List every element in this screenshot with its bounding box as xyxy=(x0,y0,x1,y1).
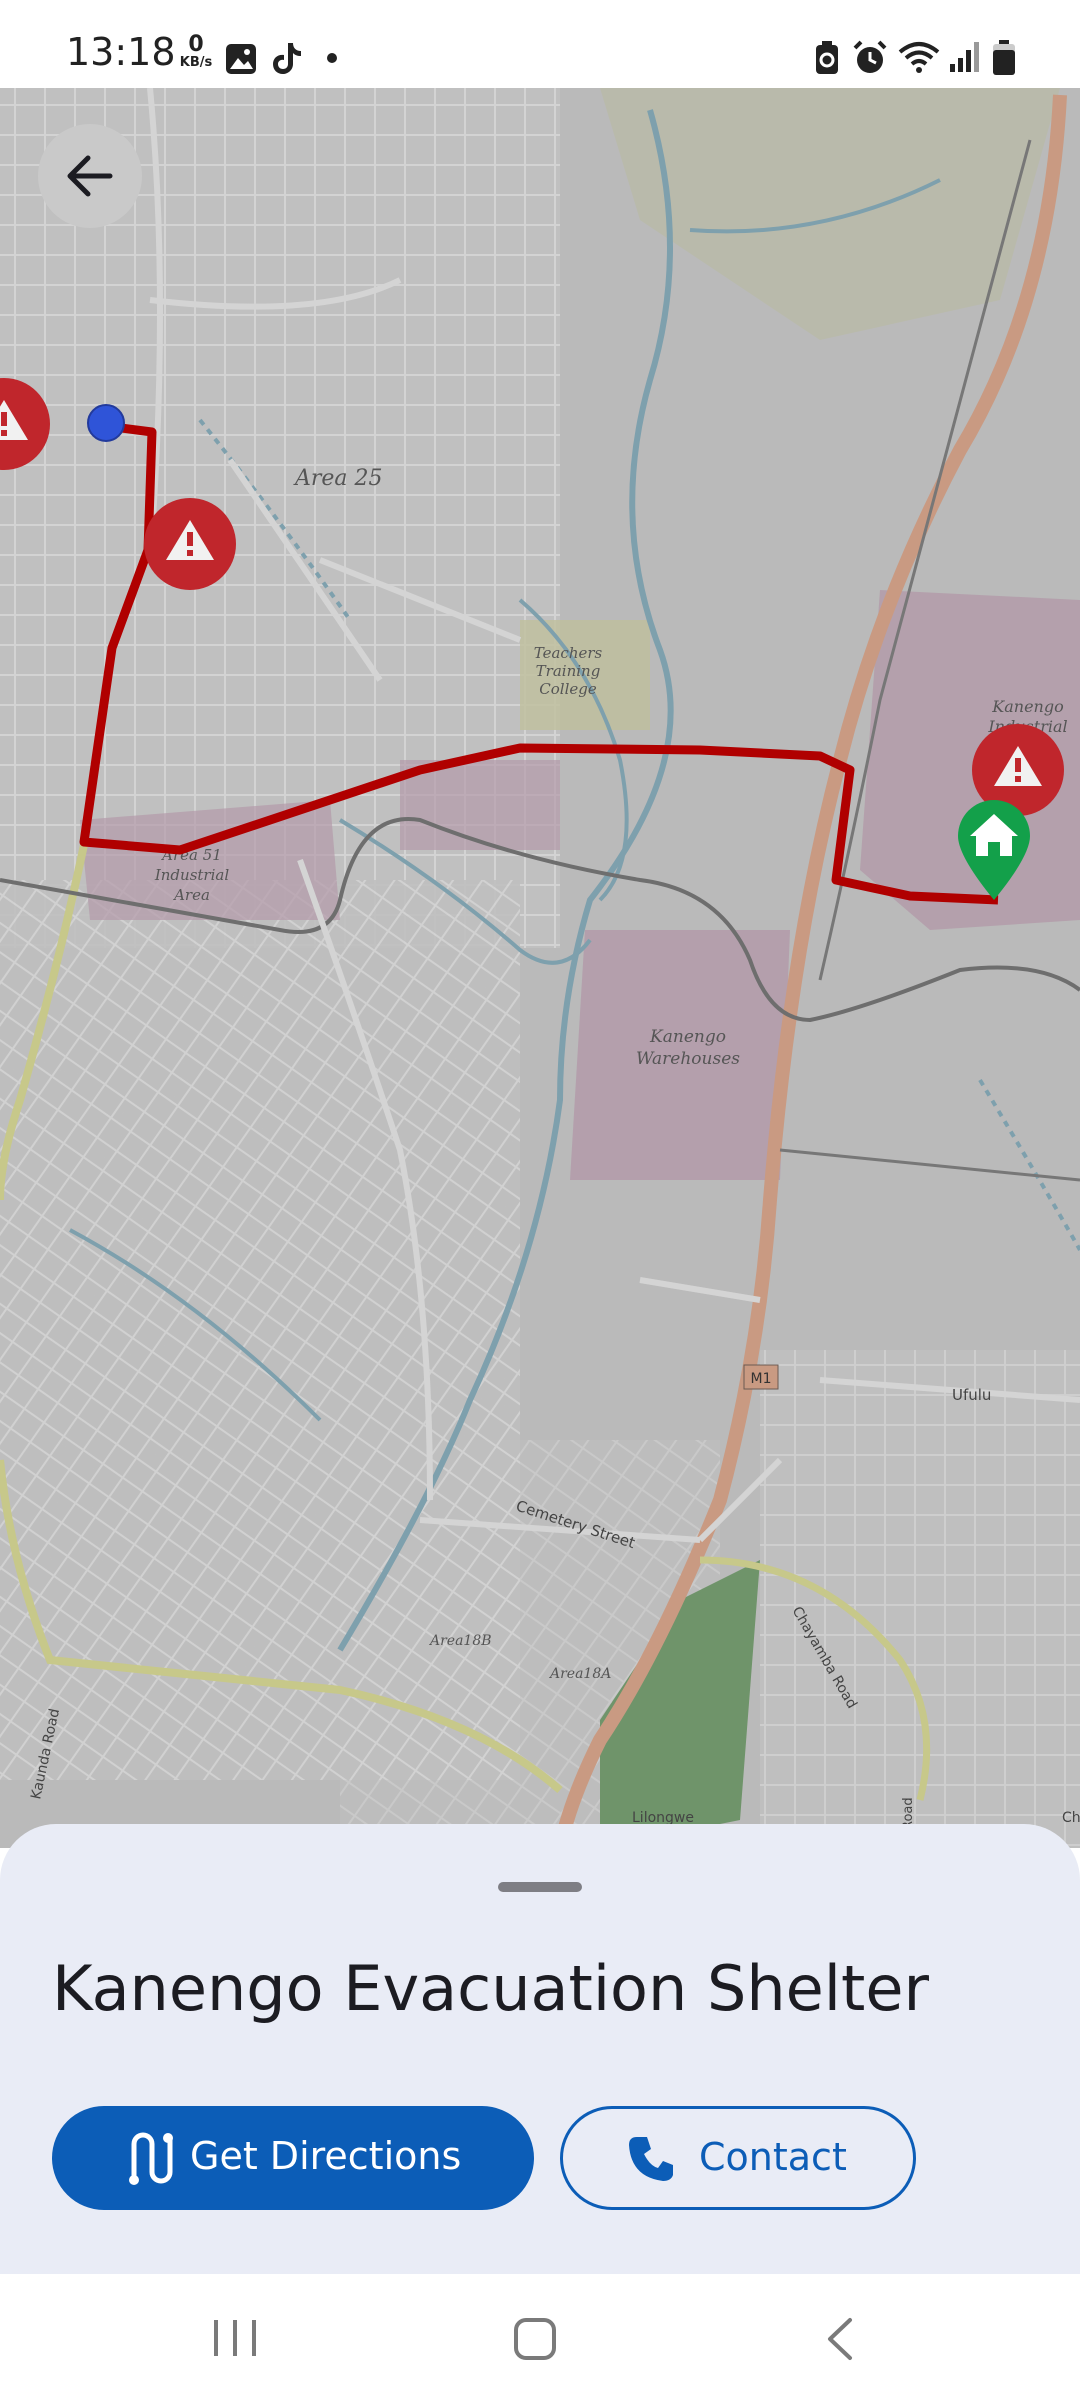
map-label-m1: M1 xyxy=(751,1371,772,1387)
map-label-area18a: Area18A xyxy=(548,1666,611,1682)
route-icon xyxy=(129,2132,173,2185)
map-label-warehouses-1: Kanengo xyxy=(649,1027,726,1047)
shelter-title: Kanengo Evacuation Shelter xyxy=(52,1952,929,2025)
map-canvas[interactable]: Area 25 Teachers Training College Kaneng… xyxy=(0,88,1080,1848)
map-label-teachers-2: Training xyxy=(536,662,601,680)
network-speed-value: 0 xyxy=(188,32,204,57)
map-label-teachers-3: College xyxy=(539,680,597,698)
alarm-icon xyxy=(853,40,887,73)
map-label-ufulu: Ufulu xyxy=(952,1386,991,1404)
map-label-area51-2: Industrial xyxy=(154,866,229,884)
map-label-area51-3: Area xyxy=(172,886,210,904)
gallery-icon xyxy=(226,44,256,74)
get-directions-button[interactable]: Get Directions xyxy=(52,2106,534,2210)
map-view[interactable]: Area 25 Teachers Training College Kaneng… xyxy=(0,88,1080,1848)
origin-marker[interactable] xyxy=(87,404,125,442)
phone-icon xyxy=(629,2137,673,2181)
sheet-drag-handle[interactable] xyxy=(498,1882,582,1892)
network-speed-unit: KB/s xyxy=(179,55,213,70)
wifi-icon xyxy=(898,42,940,73)
dot-icon xyxy=(327,53,337,63)
map-label-teachers-1: Teachers xyxy=(534,644,603,662)
back-nav-icon[interactable] xyxy=(822,2316,858,2362)
status-bar: 13:18 0 KB/s xyxy=(0,0,1080,88)
system-nav-bar xyxy=(0,2274,1080,2400)
map-label-area25: Area 25 xyxy=(293,466,383,491)
battery-saver-icon xyxy=(816,41,838,74)
map-label-area18b: Area18B xyxy=(428,1633,492,1649)
network-speed: 0 KB/s xyxy=(176,34,216,70)
map-label-warehouses-2: Warehouses xyxy=(636,1049,740,1069)
map-label-ch: Ch xyxy=(1062,1810,1080,1826)
contact-label: Contact xyxy=(699,2135,847,2179)
home-icon[interactable] xyxy=(512,2316,558,2362)
contact-button[interactable]: Contact xyxy=(560,2106,916,2210)
signal-icon xyxy=(950,42,979,72)
tiktok-icon xyxy=(273,43,301,74)
arrow-left-icon xyxy=(67,155,113,197)
map-label-kanengo-industrial-1: Kanengo xyxy=(991,697,1063,716)
battery-icon xyxy=(993,40,1015,75)
hazard-marker-area25[interactable] xyxy=(144,498,236,590)
get-directions-label: Get Directions xyxy=(190,2134,462,2178)
status-time: 13:18 xyxy=(66,30,176,74)
back-button[interactable] xyxy=(38,124,142,228)
shelter-bottom-sheet: Kanengo Evacuation Shelter Get Direction… xyxy=(0,1824,1080,2274)
recents-icon[interactable] xyxy=(210,2316,260,2360)
